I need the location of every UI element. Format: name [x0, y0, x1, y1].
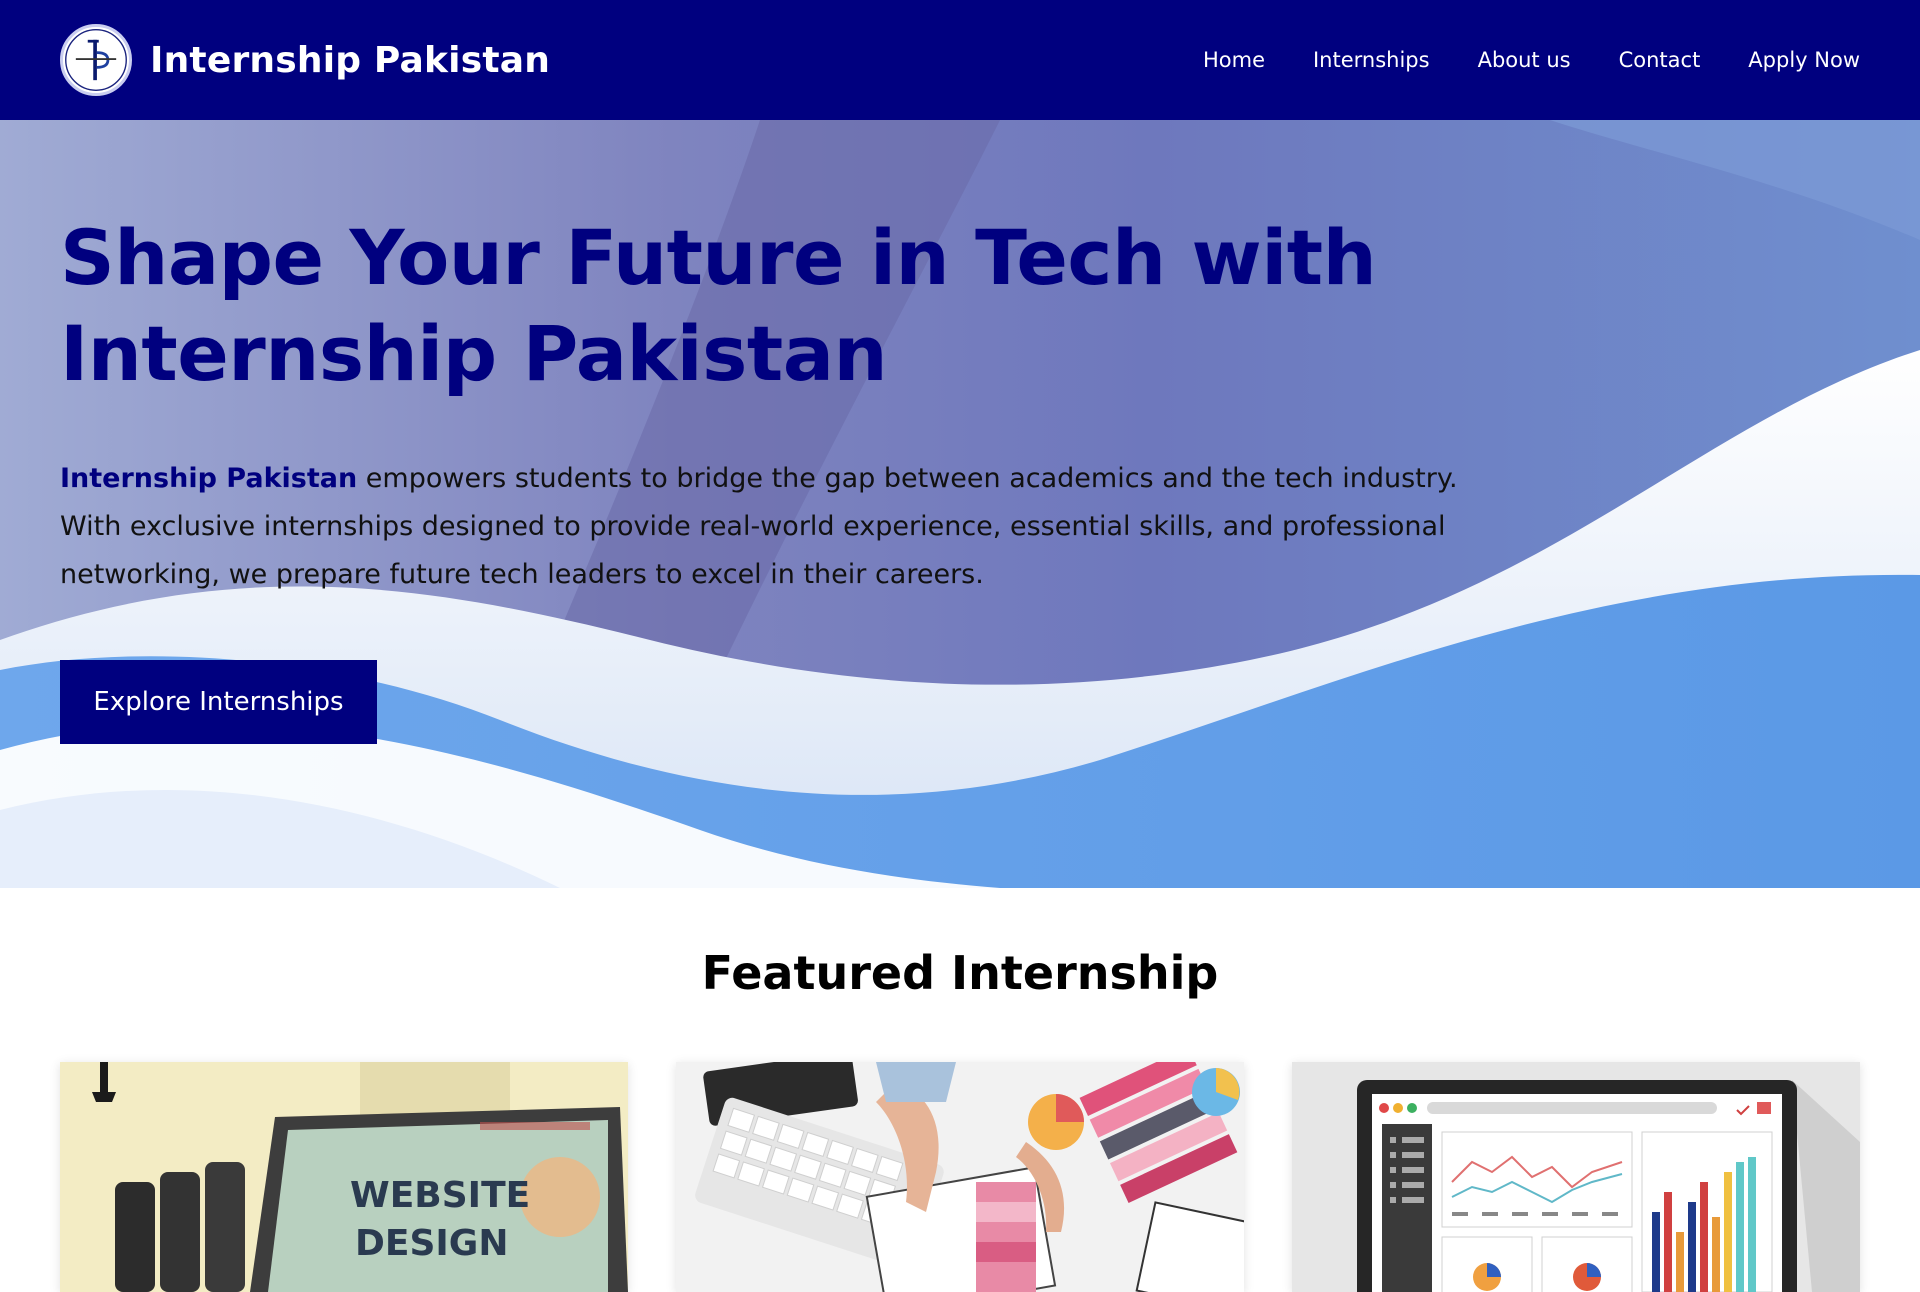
featured-title: Featured Internship — [701, 946, 1219, 1000]
nav-internships-link[interactable]: Internships — [1313, 48, 1430, 72]
nav-apply-now-link[interactable]: Apply Now — [1748, 48, 1860, 72]
nav-about-link[interactable]: About us — [1478, 48, 1571, 72]
hero-section: Shape Your Future in Tech with Internshi… — [0, 120, 1920, 888]
hero-description: Internship Pakistan empowers students to… — [60, 455, 1480, 599]
nav-contact-link[interactable]: Contact — [1619, 48, 1701, 72]
featured-card-website-design[interactable]: WEBSITE DESIGN — [60, 1062, 628, 1292]
brand-name: Internship Pakistan — [150, 39, 551, 81]
analytics-dashboard-image — [1292, 1062, 1860, 1292]
hero-description-highlight: Internship Pakistan — [60, 463, 358, 494]
brand-link[interactable]: Internship Pakistan — [60, 24, 550, 96]
navbar: Internship Pakistan Home Internships Abo… — [0, 0, 1920, 120]
explore-internships-button[interactable]: Explore Internships — [60, 660, 377, 744]
featured-card-analytics[interactable] — [1292, 1062, 1860, 1292]
featured-section: Featured Internship WEBSITE DESIGN — [0, 888, 1920, 1292]
main-nav: Home Internships About us Contact Apply … — [1203, 48, 1860, 72]
ui-design-sketch-image — [676, 1062, 1244, 1292]
card-image-text-website: WEBSITE — [350, 1175, 530, 1216]
website-design-laptop-image: WEBSITE DESIGN — [60, 1062, 628, 1292]
internship-pakistan-logo-icon — [60, 24, 132, 96]
nav-home-link[interactable]: Home — [1203, 48, 1265, 72]
hero-title: Shape Your Future in Tech with Internshi… — [60, 213, 1377, 398]
card-image-text-design: DESIGN — [355, 1223, 508, 1264]
featured-card-ui-design[interactable] — [676, 1062, 1244, 1292]
